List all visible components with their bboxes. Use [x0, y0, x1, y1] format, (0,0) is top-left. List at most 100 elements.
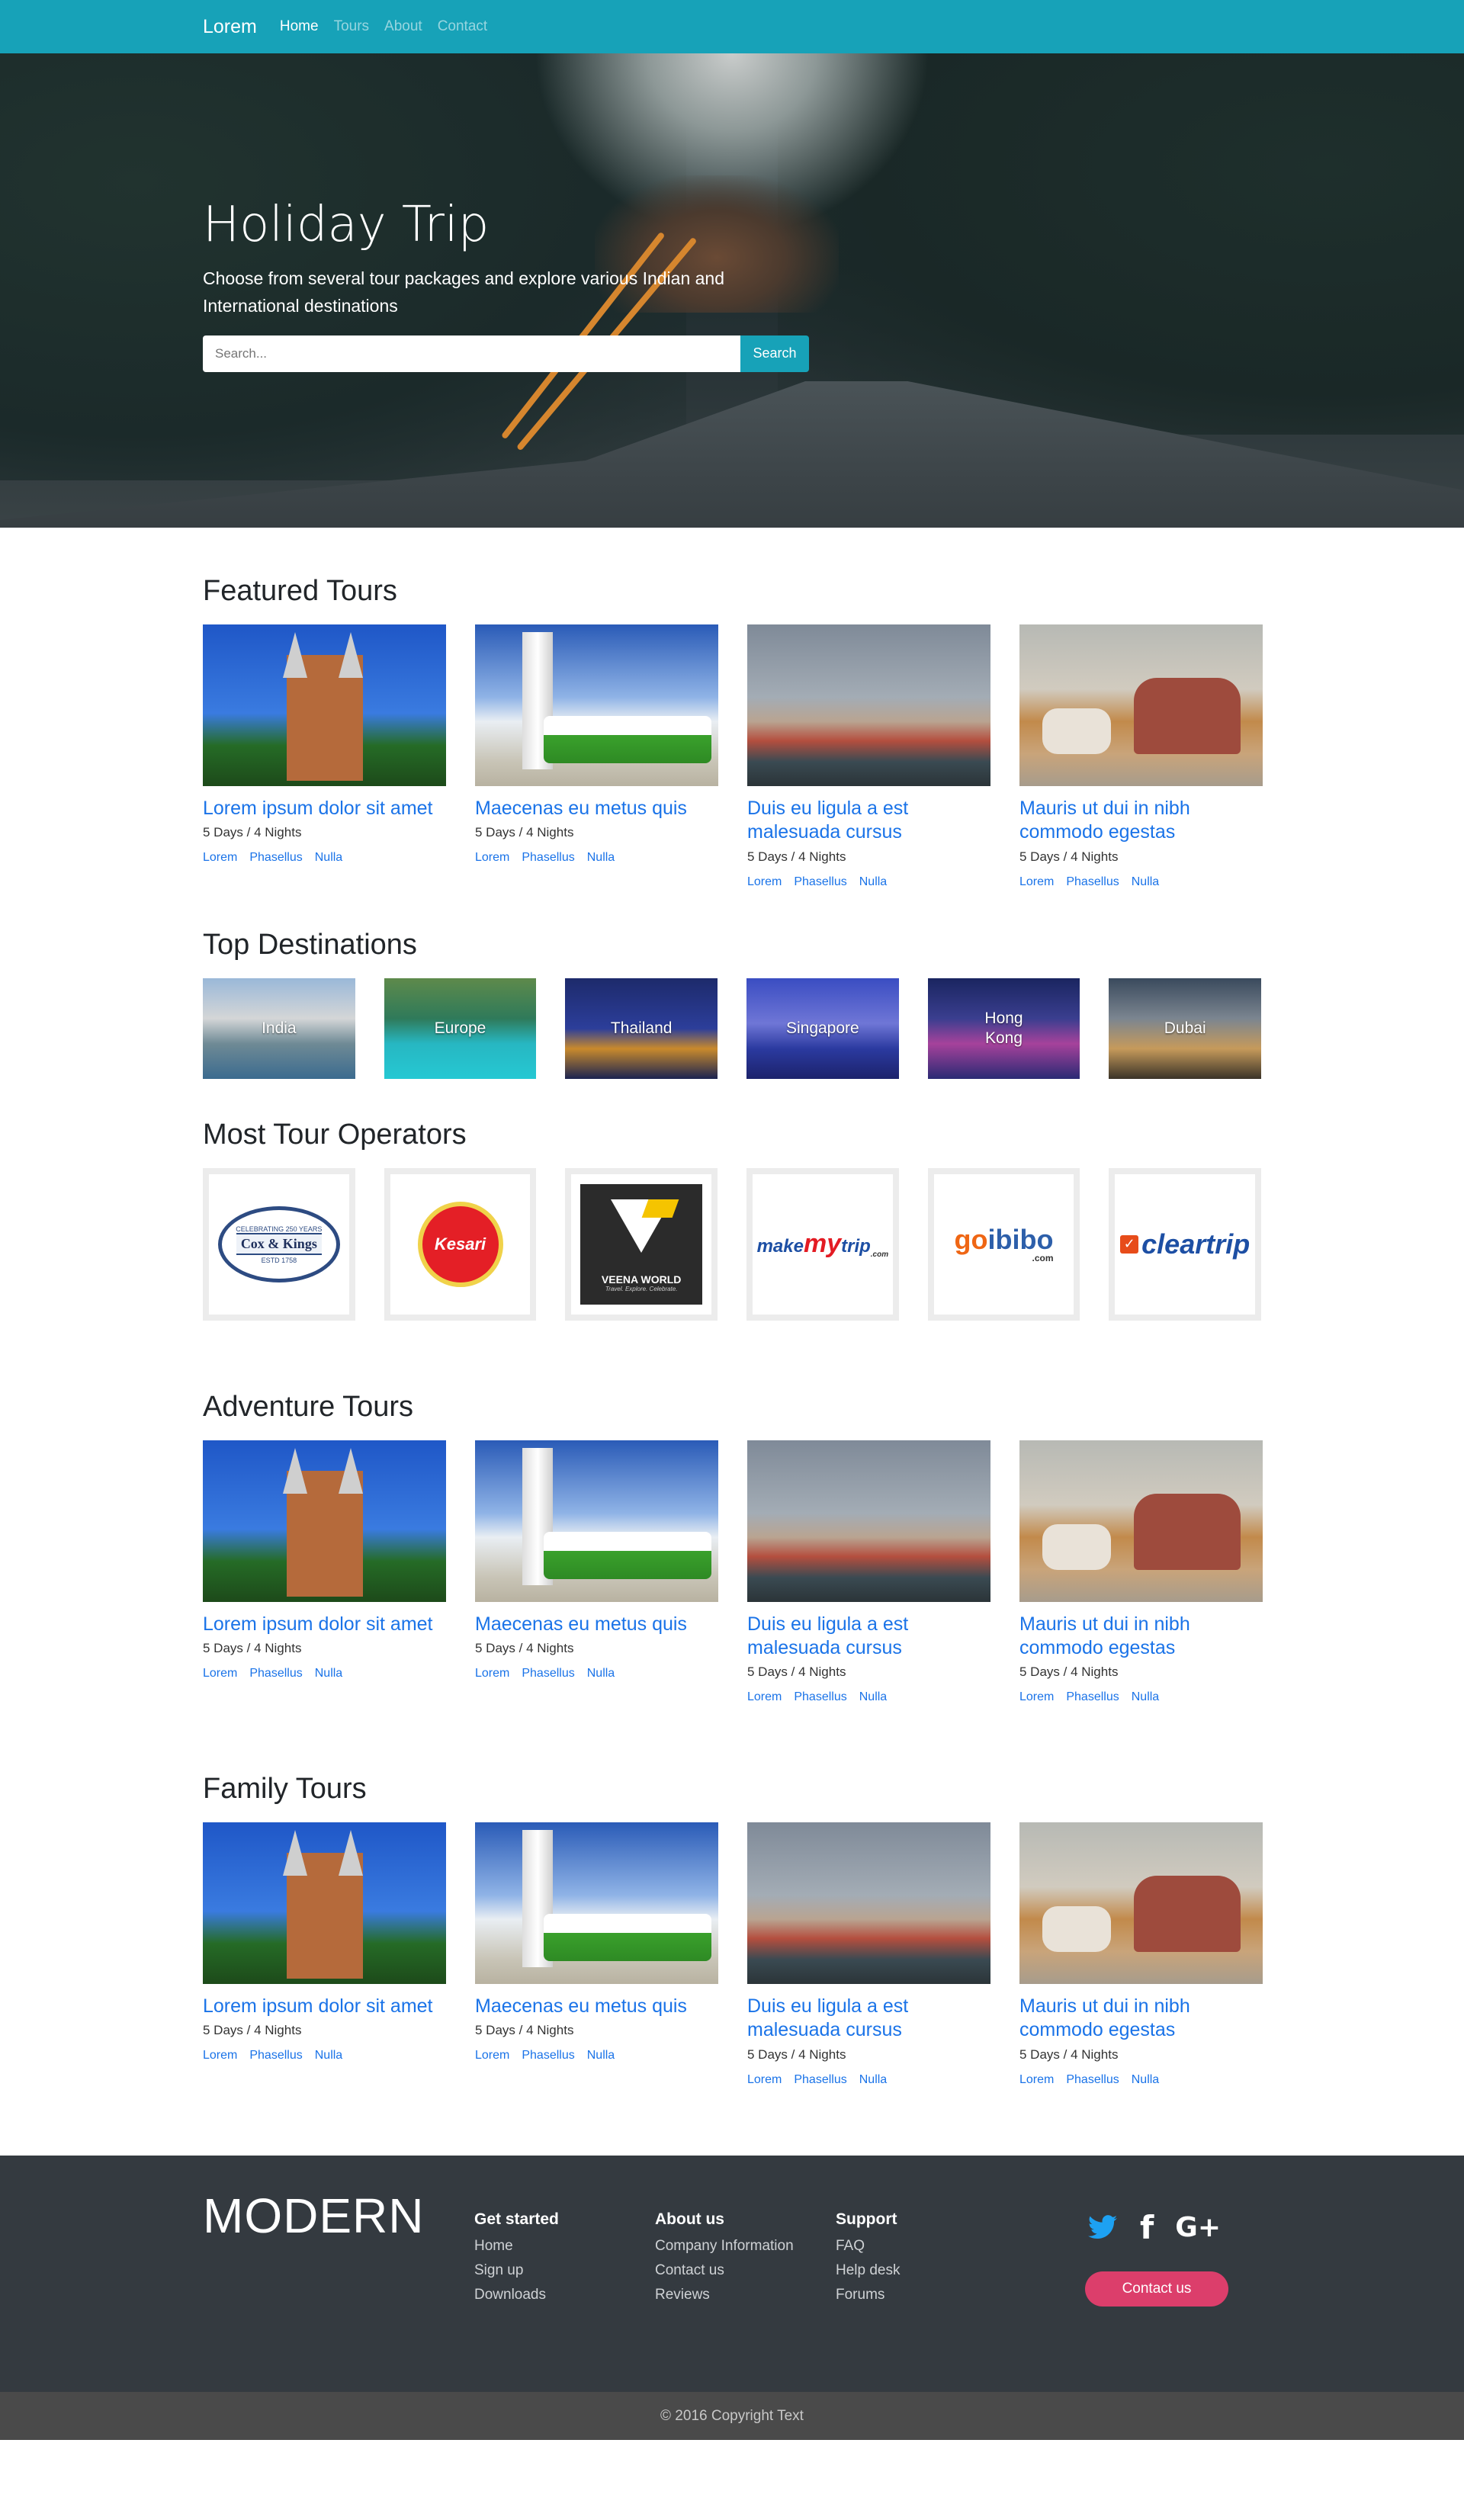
tour-image-prague[interactable] — [747, 624, 990, 786]
nav-home[interactable]: Home — [280, 18, 319, 35]
facebook-icon[interactable]: f — [1140, 2211, 1154, 2243]
footer-link[interactable]: FAQ — [836, 2238, 1016, 2255]
operator-kesari[interactable]: Kesari — [384, 1167, 537, 1321]
tag-link[interactable]: Lorem — [747, 1690, 782, 1704]
tour-image-carriage[interactable] — [1019, 1822, 1263, 1984]
tag-link[interactable]: Nulla — [315, 1667, 342, 1681]
footer-link[interactable]: Contact us — [655, 2262, 836, 2279]
tour-title[interactable]: Duis eu ligula a est malesuada cursus — [747, 1613, 990, 1661]
tag-link[interactable]: Nulla — [315, 851, 342, 865]
tour-image-prague[interactable] — [747, 1440, 990, 1602]
tour-image-carriage[interactable] — [1019, 1440, 1263, 1602]
tour-title[interactable]: Mauris ut dui in nibh commodo egestas — [1019, 1995, 1263, 2043]
search-button[interactable]: Search — [740, 335, 809, 372]
operator-makemytrip[interactable]: makemytrip.com — [746, 1167, 899, 1321]
tour-title[interactable]: Mauris ut dui in nibh commodo egestas — [1019, 797, 1263, 845]
tag-link[interactable]: Phasellus — [794, 1690, 846, 1704]
tag-link[interactable]: Nulla — [587, 851, 615, 865]
contact-us-button[interactable]: Contact us — [1085, 2271, 1228, 2307]
destination-list: India Europe Thailand Singapore Hong Kon… — [203, 978, 1262, 1079]
search-input[interactable] — [203, 335, 740, 372]
tour-image-lighthouse[interactable] — [475, 624, 718, 786]
tag-link[interactable]: Nulla — [315, 2049, 342, 2063]
tag-link[interactable]: Lorem — [1019, 2073, 1054, 2087]
tag-link[interactable]: Phasellus — [249, 851, 302, 865]
tour-duration: 5 Days / 4 Nights — [475, 825, 574, 840]
tour-title[interactable]: Mauris ut dui in nibh commodo egestas — [1019, 1613, 1263, 1661]
destination-hong-kong[interactable]: Hong Kong — [927, 978, 1080, 1079]
operator-veena-world[interactable]: VEENA WORLD Travel. Explore. Celebrate. — [565, 1167, 718, 1321]
destination-dubai[interactable]: Dubai — [1109, 978, 1262, 1079]
footer-link[interactable]: Company Information — [655, 2238, 836, 2255]
tag-link[interactable]: Nulla — [1132, 875, 1159, 889]
tour-image-cathedral[interactable] — [203, 624, 446, 786]
tag-link[interactable]: Nulla — [1132, 1690, 1159, 1704]
destination-europe[interactable]: Europe — [384, 978, 537, 1079]
google-plus-icon[interactable]: G+ — [1175, 2213, 1221, 2241]
footer-social: f G+ Contact us — [1016, 2188, 1260, 2311]
destination-thailand[interactable]: Thailand — [565, 978, 718, 1079]
brand-logo[interactable]: Lorem — [203, 16, 257, 38]
twitter-icon[interactable] — [1088, 2214, 1119, 2241]
nav-contact[interactable]: Contact — [438, 18, 487, 35]
footer-link[interactable]: Forums — [836, 2287, 1016, 2303]
footer-link[interactable]: Home — [474, 2238, 655, 2255]
tag-link[interactable]: Phasellus — [522, 1667, 574, 1681]
featured-tours-section: Featured Tours Lorem ipsum dolor sit ame… — [0, 528, 1464, 889]
tag-link[interactable]: Lorem — [203, 851, 237, 865]
nav-about[interactable]: About — [384, 18, 422, 35]
operator-goibibo[interactable]: goibibo .com — [927, 1167, 1080, 1321]
tour-image-lighthouse[interactable] — [475, 1822, 718, 1984]
tour-image-lighthouse[interactable] — [475, 1440, 718, 1602]
tour-image-prague[interactable] — [747, 1822, 990, 1984]
copyright-bar: © 2016 Copyright Text — [0, 2391, 1464, 2440]
tour-title[interactable]: Maecenas eu metus quis — [475, 1995, 718, 2018]
operator-cox-kings[interactable]: CELEBRATING 250 YEARS Cox & Kings ESTD 1… — [203, 1167, 355, 1321]
destination-india[interactable]: India — [203, 978, 355, 1079]
tour-card: Duis eu ligula a est malesuada cursus 5 … — [747, 1440, 990, 1705]
tour-title[interactable]: Duis eu ligula a est malesuada cursus — [747, 1995, 990, 2043]
tag-link[interactable]: Nulla — [587, 2049, 615, 2063]
tag-link[interactable]: Nulla — [1132, 2073, 1159, 2087]
tag-link[interactable]: Lorem — [1019, 875, 1054, 889]
tag-link[interactable]: Phasellus — [522, 2049, 574, 2063]
tag-link[interactable]: Lorem — [475, 2049, 509, 2063]
tag-link[interactable]: Lorem — [203, 1667, 237, 1681]
tag-link[interactable]: Lorem — [747, 875, 782, 889]
tag-link[interactable]: Nulla — [587, 1667, 615, 1681]
footer-link[interactable]: Help desk — [836, 2262, 1016, 2279]
tour-title[interactable]: Maecenas eu metus quis — [475, 1613, 718, 1636]
tour-title[interactable]: Lorem ipsum dolor sit amet — [203, 1613, 446, 1636]
tag-link[interactable]: Lorem — [203, 2049, 237, 2063]
tag-link[interactable]: Lorem — [475, 1667, 509, 1681]
tour-image-carriage[interactable] — [1019, 624, 1263, 786]
tour-image-cathedral[interactable] — [203, 1440, 446, 1602]
tour-image-cathedral[interactable] — [203, 1822, 446, 1984]
tour-title[interactable]: Lorem ipsum dolor sit amet — [203, 797, 446, 820]
tag-link[interactable]: Nulla — [859, 2073, 887, 2087]
tour-title[interactable]: Maecenas eu metus quis — [475, 797, 718, 820]
nav-tours[interactable]: Tours — [334, 18, 369, 35]
tag-link[interactable]: Lorem — [475, 851, 509, 865]
footer-link[interactable]: Reviews — [655, 2287, 836, 2303]
destination-singapore[interactable]: Singapore — [746, 978, 899, 1079]
tag-link[interactable]: Phasellus — [794, 875, 846, 889]
footer-link[interactable]: Sign up — [474, 2262, 655, 2279]
tag-link[interactable]: Lorem — [747, 2073, 782, 2087]
tour-title[interactable]: Lorem ipsum dolor sit amet — [203, 1995, 446, 2018]
operator-cleartrip[interactable]: ✓ cleartrip — [1109, 1167, 1262, 1321]
tag-link[interactable]: Phasellus — [249, 2049, 302, 2063]
tag-link[interactable]: Phasellus — [1066, 875, 1119, 889]
tag-link[interactable]: Phasellus — [249, 1667, 302, 1681]
social-icons: f G+ — [1085, 2211, 1260, 2243]
family-tours-section: Family Tours Lorem ipsum dolor sit amet … — [0, 1704, 1464, 2156]
tag-link[interactable]: Phasellus — [1066, 2073, 1119, 2087]
tag-link[interactable]: Nulla — [859, 1690, 887, 1704]
tag-link[interactable]: Lorem — [1019, 1690, 1054, 1704]
tag-link[interactable]: Phasellus — [522, 851, 574, 865]
tour-title[interactable]: Duis eu ligula a est malesuada cursus — [747, 797, 990, 845]
tag-link[interactable]: Phasellus — [1066, 1690, 1119, 1704]
tag-link[interactable]: Nulla — [859, 875, 887, 889]
tag-link[interactable]: Phasellus — [794, 2073, 846, 2087]
footer-link[interactable]: Downloads — [474, 2287, 655, 2303]
